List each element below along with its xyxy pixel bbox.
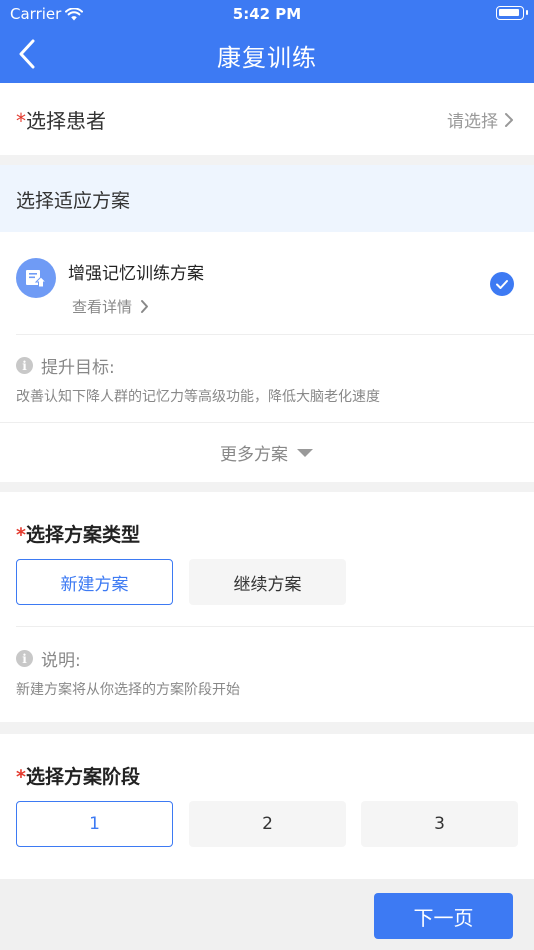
patient-label-text: 选择患者 xyxy=(26,109,106,133)
nav-header: Carrier 5:42 PM 康复训练 xyxy=(0,0,534,83)
plan-selected-check[interactable] xyxy=(490,272,514,296)
status-time: 5:42 PM xyxy=(232,5,302,23)
plan-icon xyxy=(16,258,56,298)
check-icon xyxy=(496,279,508,289)
page-title: 康复训练 xyxy=(217,44,317,72)
view-details-label: 查看详情 xyxy=(72,298,133,316)
more-plans-label: 更多方案 xyxy=(220,445,288,465)
status-bar: Carrier 5:42 PM xyxy=(0,0,534,28)
plan-name: 增强记忆训练方案 xyxy=(68,264,204,284)
required-mark: * xyxy=(16,524,26,546)
note-text: 新建方案将从你选择的方案阶段开始 xyxy=(16,682,240,698)
plan-type-title-text: 选择方案类型 xyxy=(25,524,140,546)
info-icon: i xyxy=(16,357,33,374)
note-label-row: i 说明: xyxy=(16,646,81,671)
divider xyxy=(0,422,534,423)
plan-card[interactable]: 增强记忆训练方案 查看详情 i 提升目标: 改善认知下降人群的记忆力等高级功能，… xyxy=(0,232,534,482)
chevron-right-icon xyxy=(505,112,513,127)
divider xyxy=(16,626,534,627)
plan-stage-section: *选择方案阶段 1 2 3 xyxy=(0,734,534,879)
required-mark: * xyxy=(16,109,26,133)
document-upload-icon xyxy=(26,270,48,288)
stage-option-1[interactable]: 1 xyxy=(16,801,173,847)
more-plans-button[interactable]: 更多方案 xyxy=(0,440,534,465)
plan-stage-title-text: 选择方案阶段 xyxy=(25,766,140,788)
select-patient-row[interactable]: *选择患者 请选择 xyxy=(0,83,534,155)
caret-down-icon xyxy=(297,448,313,457)
chevron-right-icon xyxy=(141,300,149,313)
info-icon: i xyxy=(16,650,33,667)
plan-section-title: 选择适应方案 xyxy=(16,190,131,212)
footer-bar: 下一页 xyxy=(0,879,534,950)
view-details-link[interactable]: 查看详情 xyxy=(72,296,149,317)
plan-type-section: *选择方案类型 新建方案 继续方案 i 说明: 新建方案将从你选择的方案阶段开始 xyxy=(0,492,534,722)
new-plan-option[interactable]: 新建方案 xyxy=(16,559,173,605)
stage-option-3[interactable]: 3 xyxy=(361,801,518,847)
goal-label-row: i 提升目标: xyxy=(16,353,115,378)
stage-option-2[interactable]: 2 xyxy=(189,801,346,847)
goal-text: 改善认知下降人群的记忆力等高级功能，降低大脑老化速度 xyxy=(16,389,380,405)
divider xyxy=(16,334,534,335)
patient-picker[interactable]: 请选择 xyxy=(447,107,514,132)
select-patient-label: *选择患者 xyxy=(16,105,106,134)
goal-label: 提升目标: xyxy=(41,358,115,378)
battery-icon xyxy=(496,6,528,20)
patient-placeholder: 请选择 xyxy=(447,112,498,132)
plan-type-title: *选择方案类型 xyxy=(16,520,140,547)
next-page-button[interactable]: 下一页 xyxy=(374,893,513,939)
note-label: 说明: xyxy=(41,651,81,671)
plan-stage-title: *选择方案阶段 xyxy=(16,762,140,789)
plan-section-header: 选择适应方案 xyxy=(0,165,534,232)
required-mark: * xyxy=(16,766,26,788)
continue-plan-option[interactable]: 继续方案 xyxy=(189,559,346,605)
